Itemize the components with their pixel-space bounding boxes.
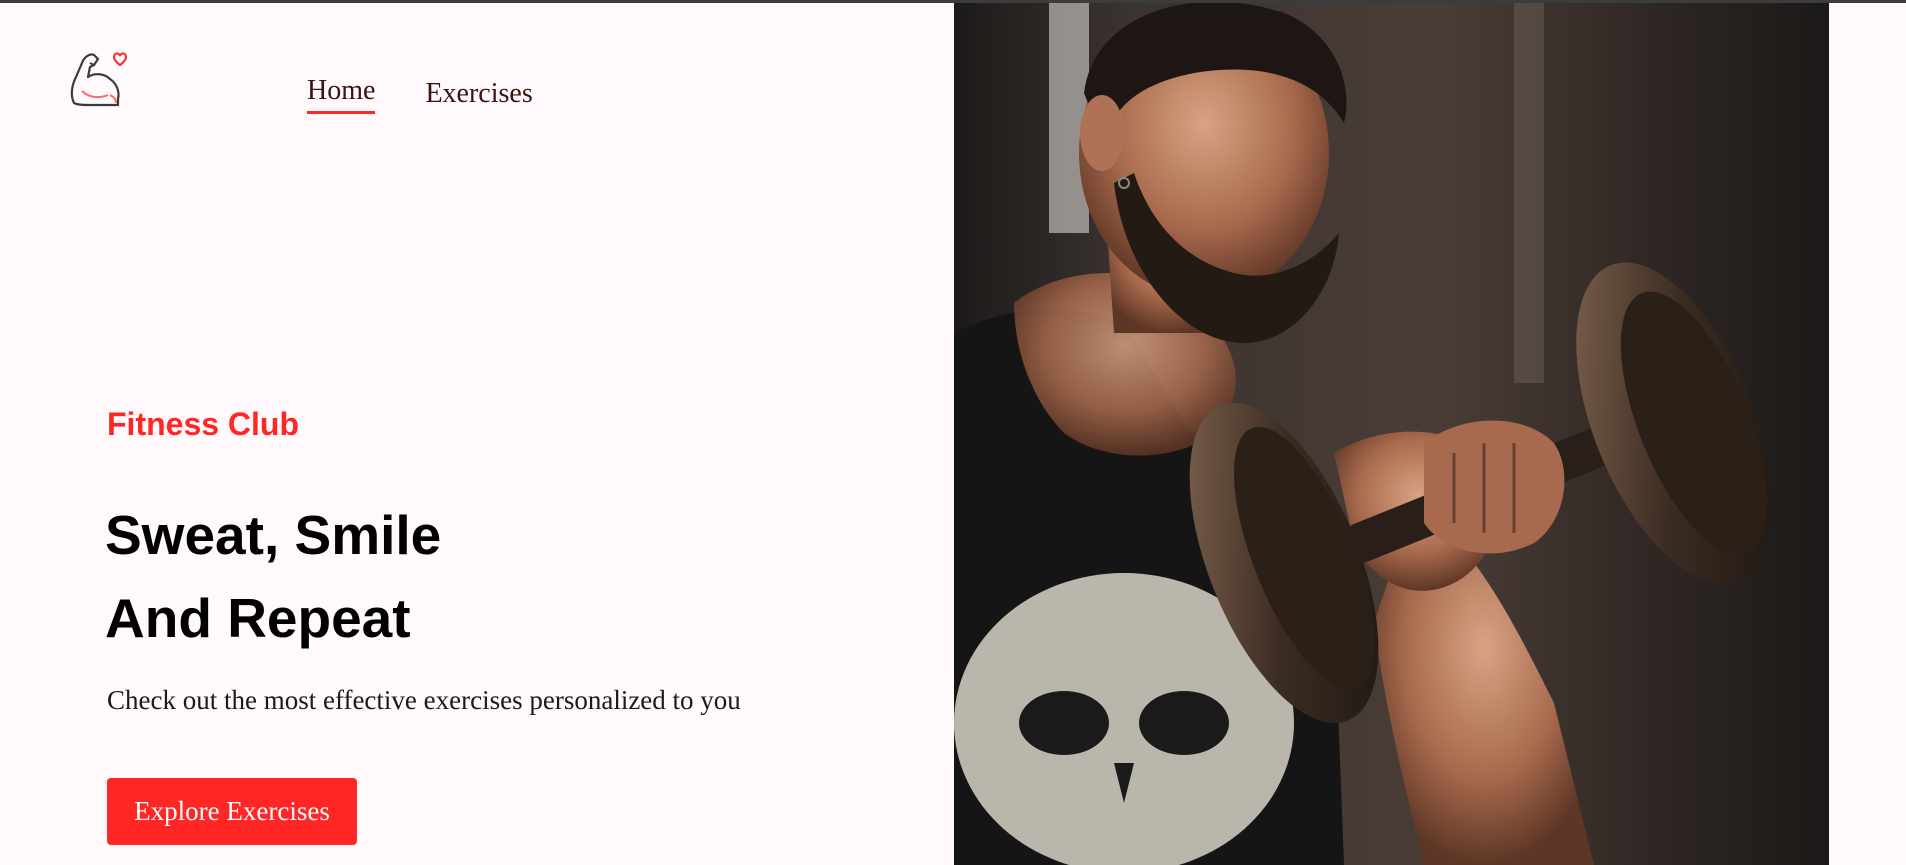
page: Home Exercises Fitness Club Sweat, Smile… — [0, 3, 1906, 865]
logo-link[interactable] — [64, 43, 132, 111]
flexed-bicep-heart-icon — [70, 52, 128, 107]
nav-home-link[interactable]: Home — [307, 73, 376, 114]
hero-title-line-1: Sweat, Smile — [105, 504, 442, 566]
explore-exercises-button[interactable]: Explore Exercises — [107, 778, 357, 845]
hero-title-line-2: And Repeat — [105, 587, 411, 649]
man-lifting-dumbbell-photo — [954, 3, 1829, 865]
hero-label: Fitness Club — [107, 406, 300, 442]
hero-subtitle: Check out the most effective exercises p… — [107, 685, 741, 715]
main-nav: Home Exercises — [307, 73, 533, 114]
hero-banner-image — [954, 3, 1829, 865]
nav-exercises-link[interactable]: Exercises — [425, 76, 532, 114]
hero-title: Sweat, Smile And Repeat — [105, 494, 441, 660]
